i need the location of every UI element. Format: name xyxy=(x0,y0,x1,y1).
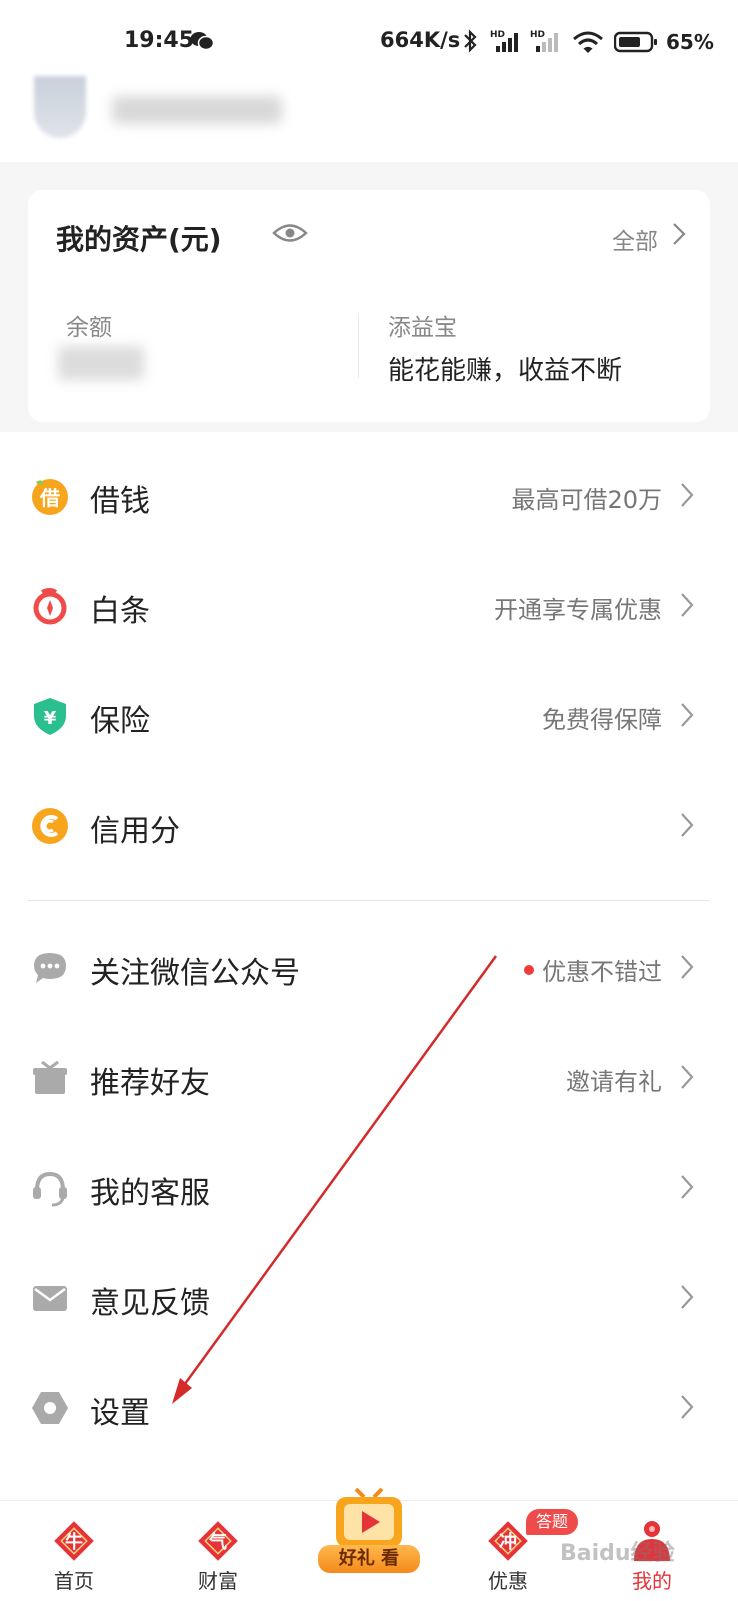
balance-label: 余额 xyxy=(66,315,112,341)
chevron-right-icon xyxy=(681,1065,694,1089)
menu-item-refer-friend[interactable]: 推荐好友 邀请有礼 xyxy=(0,1022,738,1132)
asset-all-link[interactable]: 全部 xyxy=(612,222,658,256)
red-dot-indicator xyxy=(524,965,534,975)
tv-play-icon xyxy=(336,1487,402,1547)
menu-label-credit-score: 信用分 xyxy=(90,814,180,849)
chevron-right-icon xyxy=(681,955,694,979)
svg-text:HD: HD xyxy=(530,30,545,40)
chevron-right-icon xyxy=(681,813,694,837)
insurance-icon-glyph: ¥ xyxy=(44,708,57,729)
settings-hexagon-icon xyxy=(32,1392,68,1424)
menu-item-credit-score[interactable]: 信用分 xyxy=(0,770,738,880)
wifi-icon xyxy=(573,31,603,53)
menu-hint-borrow: 最高可借20万 xyxy=(511,486,662,514)
bottom-tab-bar: 牛 首页 气 财富 好礼 看 冲 优惠 答题 我的 Baidu经验 xyxy=(0,1487,738,1601)
menu-hint-insurance: 免费得保障 xyxy=(542,706,662,734)
menu-label-settings: 设置 xyxy=(90,1396,150,1431)
wealth-tab-glyph: 气 xyxy=(208,1531,227,1553)
chevron-right-icon xyxy=(681,703,694,727)
menu-item-feedback[interactable]: 意见反馈 xyxy=(0,1242,738,1352)
quiz-badge: 答题 xyxy=(526,1509,579,1535)
borrow-icon-glyph: 借 xyxy=(39,486,60,510)
menu-label-insurance: 保险 xyxy=(90,704,150,739)
menu-label-refer-friend: 推荐好友 xyxy=(90,1066,210,1101)
chevron-right-icon xyxy=(681,1175,694,1199)
menu-hint-wechat-follow: 优惠不错过 xyxy=(524,952,662,987)
menu-label-feedback: 意见反馈 xyxy=(90,1286,210,1321)
tianyibao-desc[interactable]: 能花能赚，收益不断 xyxy=(388,350,622,387)
tab-gift-video[interactable]: 好礼 看 xyxy=(318,1483,420,1589)
baitiao-icon xyxy=(33,588,67,625)
asset-divider xyxy=(358,314,359,378)
deals-tab-glyph: 冲 xyxy=(499,1531,517,1553)
tianyibao-label: 添益宝 xyxy=(388,315,457,341)
home-tab-icon: 牛 xyxy=(54,1521,94,1561)
signal-hd-icon-2: HD xyxy=(530,30,558,52)
chevron-right-icon xyxy=(681,1395,694,1419)
asset-title: 我的资产(元) xyxy=(56,223,222,256)
menu-item-insurance[interactable]: ¥ 保险 免费得保障 xyxy=(0,660,738,770)
menu-item-wechat-follow[interactable]: 关注微信公众号 优惠不错过 xyxy=(0,912,738,1022)
tab-label-wealth: 财富 xyxy=(198,1569,238,1593)
wechat-notification-icon xyxy=(190,32,214,51)
eye-icon[interactable] xyxy=(272,220,308,246)
mail-icon xyxy=(33,1286,67,1311)
bluetooth-icon xyxy=(464,29,477,53)
menu-item-borrow[interactable]: 借 借钱 最高可借20万 xyxy=(0,440,738,550)
gift-icon xyxy=(33,1060,67,1094)
signal-hd-icon: HD xyxy=(490,30,518,52)
menu-hint-baitiao: 开通享专属优惠 xyxy=(494,596,662,624)
avatar[interactable] xyxy=(34,76,86,138)
menu-hint-refer-friend: 邀请有礼 xyxy=(566,1068,662,1096)
username-blurred xyxy=(112,96,282,124)
tab-label-gift-video: 好礼 看 xyxy=(318,1545,420,1573)
menu-item-customer-service[interactable]: 我的客服 xyxy=(0,1132,738,1242)
menu-item-settings[interactable]: 设置 xyxy=(0,1352,738,1462)
chevron-right-icon xyxy=(681,593,694,617)
tab-label-deals: 优惠 xyxy=(488,1569,528,1593)
menu-label-wechat-follow: 关注微信公众号 xyxy=(90,956,300,991)
chevron-right-icon xyxy=(681,483,694,507)
asset-card[interactable]: 我的资产(元) 全部 余额 添益宝 能花能赚，收益不断 xyxy=(28,190,710,422)
borrow-icon: 借 xyxy=(32,479,68,515)
home-tab-glyph: 牛 xyxy=(65,1531,83,1553)
battery-percent: 65% xyxy=(666,30,714,54)
svg-text:HD: HD xyxy=(490,30,505,40)
tab-wealth[interactable]: 气 财富 xyxy=(158,1501,278,1601)
menu-hint-wechat-text: 优惠不错过 xyxy=(542,958,662,986)
tab-label-home: 首页 xyxy=(54,1569,94,1593)
menu-divider xyxy=(28,900,710,901)
menu-label-baitiao: 白条 xyxy=(90,594,150,629)
menu-item-baitiao[interactable]: 白条 开通享专属优惠 xyxy=(0,550,738,660)
baidu-watermark: Baidu经验 xyxy=(560,1541,675,1566)
network-speed: 664K/s xyxy=(380,28,461,52)
chevron-right-icon xyxy=(681,1285,694,1309)
chevron-right-icon xyxy=(673,223,686,245)
chat-bubble-icon xyxy=(34,953,66,983)
battery-icon xyxy=(614,31,657,53)
insurance-shield-icon: ¥ xyxy=(34,698,66,735)
status-time: 19:45 xyxy=(124,28,195,53)
menu-label-borrow: 借钱 xyxy=(90,484,150,519)
tab-label-mine: 我的 xyxy=(632,1569,672,1593)
tab-home[interactable]: 牛 首页 xyxy=(14,1501,134,1601)
headset-icon xyxy=(33,1171,67,1207)
profile-header[interactable] xyxy=(0,70,738,162)
credit-score-icon xyxy=(32,808,68,844)
menu-label-customer-service: 我的客服 xyxy=(90,1176,210,1211)
wealth-tab-icon: 气 xyxy=(198,1521,238,1561)
balance-value-blurred[interactable] xyxy=(58,346,144,380)
deals-tab-icon: 冲 xyxy=(488,1521,528,1561)
